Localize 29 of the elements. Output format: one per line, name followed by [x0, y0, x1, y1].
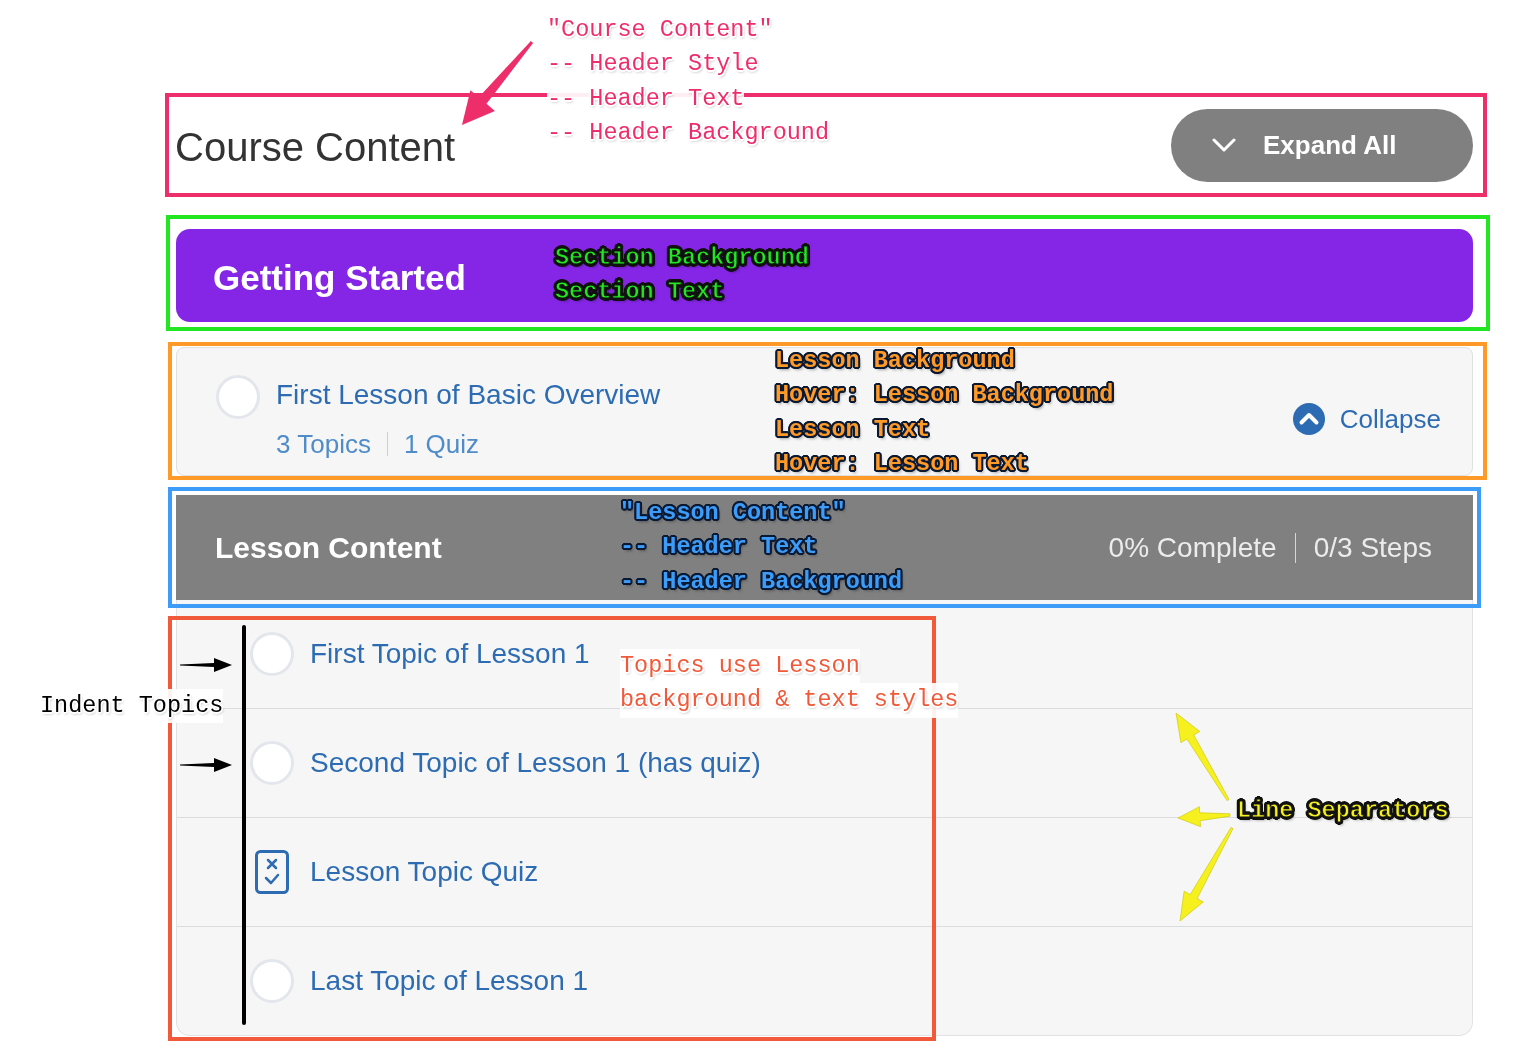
- topic-link[interactable]: Last Topic of Lesson 1: [310, 965, 589, 997]
- lesson-meta-text: 1 Quiz: [403, 428, 480, 461]
- topic-link[interactable]: Lesson Topic Quiz: [310, 856, 539, 888]
- steps-text: 0/3 Steps: [1313, 531, 1432, 564]
- collapse-button[interactable]: Collapse: [1292, 403, 1441, 435]
- annotation-text: Section Background: [555, 243, 809, 273]
- annotation-text: Hover: Lesson Text: [775, 449, 1029, 480]
- course-title: Course Content: [175, 124, 456, 171]
- progress-text: 0% Complete: [1108, 531, 1277, 564]
- section-title: Getting Started: [213, 257, 466, 299]
- annotation-text: Lesson Text: [775, 414, 931, 445]
- annotation-text: Line Separators: [1237, 796, 1449, 826]
- annotation-text: Section Text: [555, 277, 725, 308]
- annotation-text: -- Header Background: [620, 566, 903, 597]
- quiz-sheet-icon: [255, 850, 289, 894]
- annotation-text: -- Header Text: [620, 532, 818, 563]
- annotation-text: "Lesson Content": [620, 498, 846, 528]
- lesson-content-title: Lesson Content: [215, 530, 442, 565]
- expand-all-button[interactable]: Expand All: [1171, 108, 1473, 182]
- topic-link[interactable]: Second Topic of Lesson 1 (has quiz): [310, 747, 761, 779]
- topic-link[interactable]: First Topic of Lesson 1: [310, 638, 590, 670]
- annotation-text: Topics use Lesson: [620, 649, 860, 684]
- annotation-text: Lesson Background: [775, 346, 1015, 376]
- annotation-text: Hover: Lesson Background: [775, 380, 1114, 411]
- annotation-text: Indent Topics: [40, 689, 224, 724]
- lesson-title-link[interactable]: First Lesson of Basic Overview: [276, 378, 661, 412]
- chevron-down-icon: [1212, 138, 1236, 152]
- annotation-text: background & text styles: [620, 683, 959, 718]
- lesson-meta-text: 3 Topics: [276, 428, 371, 461]
